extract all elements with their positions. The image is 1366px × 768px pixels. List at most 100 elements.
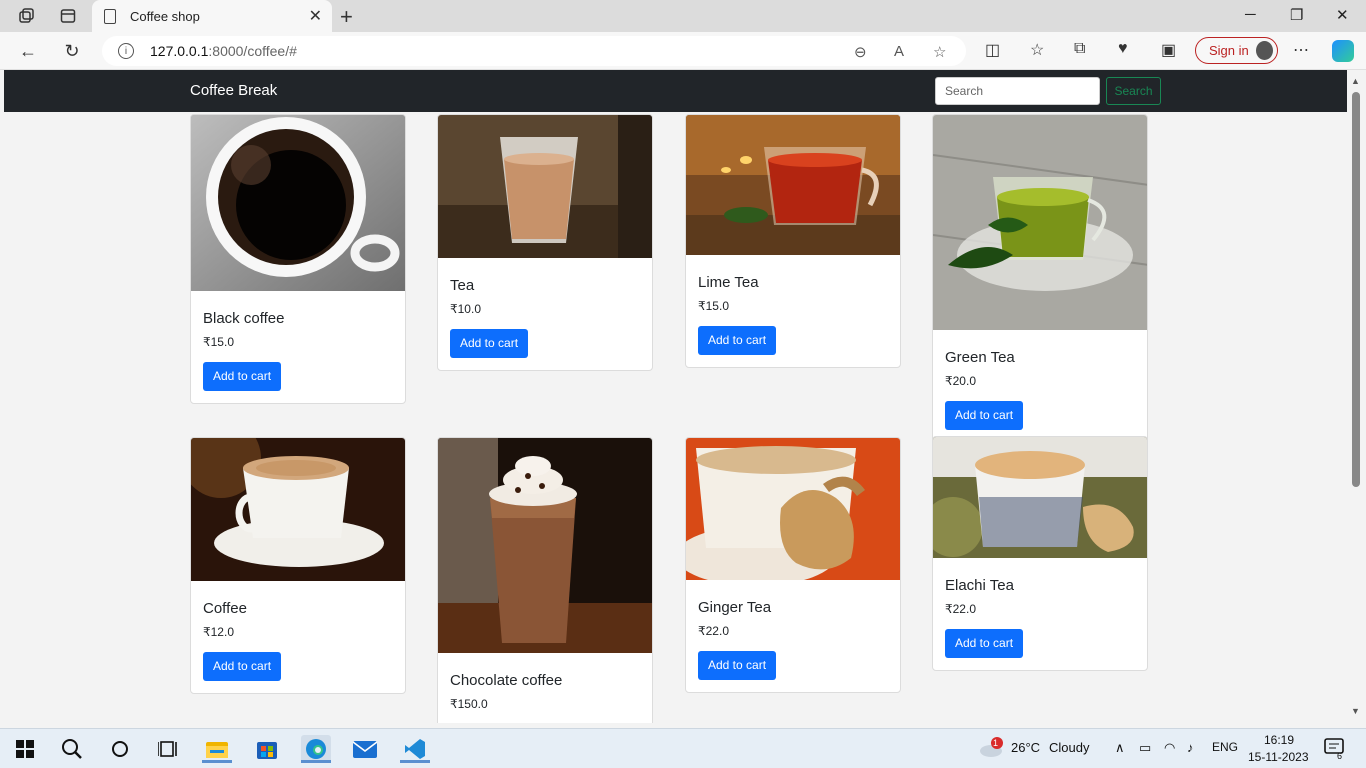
back-icon[interactable]: ← <box>17 40 39 62</box>
tea-image <box>438 115 652 258</box>
edge-browser-icon[interactable] <box>301 735 331 763</box>
product-title: Black coffee <box>203 310 285 327</box>
product-card: Lime Tea ₹15.0 Add to cart <box>685 114 901 368</box>
read-aloud-icon[interactable]: A <box>894 43 904 60</box>
sidebar-icon[interactable]: ▣ <box>1161 40 1176 60</box>
search-button[interactable]: Search <box>1106 77 1161 105</box>
weather-badge: 1 <box>993 738 999 748</box>
chocolate-coffee-image <box>438 438 652 653</box>
product-price: ₹22.0 <box>698 624 729 638</box>
product-title: Chocolate coffee <box>450 672 563 689</box>
product-price: ₹15.0 <box>698 299 729 313</box>
site-navbar: Coffee Break Search <box>4 70 1347 112</box>
product-title: Elachi Tea <box>945 577 1014 594</box>
product-card: Chocolate coffee ₹150.0 Add to cart <box>437 437 653 723</box>
product-title: Ginger Tea <box>698 599 772 616</box>
split-screen-icon[interactable]: ◫ <box>985 40 1000 60</box>
vscode-icon[interactable] <box>400 735 430 763</box>
add-to-cart-button[interactable]: Add to cart <box>698 326 777 355</box>
browser-titlebar: Coffee shop ✕ + ─ ❐ ✕ <box>0 0 1366 32</box>
product-price: ₹15.0 <box>203 335 234 349</box>
green-tea-image <box>933 115 1147 330</box>
product-card: Tea ₹10.0 Add to cart <box>437 114 653 371</box>
add-to-cart-button[interactable]: Add to cart <box>945 629 1024 658</box>
add-to-cart-button[interactable]: Add to cart <box>203 362 282 391</box>
weather-icon[interactable] <box>979 735 1005 762</box>
weather-text[interactable]: Cloudy <box>1049 740 1089 755</box>
browser-toolbar: ← ↻ i 127.0.0.1:8000/coffee/# ⊖ A ☆ ◫ ☆ … <box>0 32 1366 70</box>
performance-icon[interactable]: ♥ <box>1118 40 1128 58</box>
sign-in-button[interactable]: Sign in <box>1195 37 1278 64</box>
scroll-down-icon[interactable]: ▼ <box>1351 706 1360 716</box>
close-window-icon[interactable]: ✕ <box>1336 6 1349 24</box>
product-title: Tea <box>450 277 475 294</box>
refresh-icon[interactable]: ↻ <box>61 40 83 62</box>
scroll-thumb[interactable] <box>1352 92 1360 487</box>
add-to-cart-button[interactable]: Add to cart <box>450 329 529 358</box>
restore-icon[interactable]: ❐ <box>1290 6 1303 24</box>
weather-temp[interactable]: 26°C <box>1011 740 1040 755</box>
tab-actions-icon[interactable] <box>58 6 78 26</box>
volume-icon[interactable]: ♪ <box>1187 740 1194 755</box>
active-indicator <box>202 760 232 763</box>
site-info-icon[interactable]: i <box>118 43 134 59</box>
task-view-icon[interactable] <box>153 735 183 763</box>
more-options-icon[interactable]: ⋯ <box>1293 40 1309 60</box>
clock-date[interactable]: 15-11-2023 <box>1248 750 1309 764</box>
windows-start-icon[interactable] <box>10 735 40 763</box>
windows-taskbar: 1 26°C Cloudy ∧ ▭ ◠ ♪ ENG 16:19 15-11-20… <box>0 728 1366 768</box>
browser-tab[interactable]: Coffee shop ✕ <box>92 0 332 32</box>
workspaces-icon[interactable] <box>16 6 36 26</box>
cortana-icon[interactable] <box>105 735 135 763</box>
battery-icon[interactable]: ▭ <box>1139 740 1151 756</box>
mail-icon[interactable] <box>350 735 380 763</box>
notification-count: 6 <box>1337 751 1343 761</box>
site-brand[interactable]: Coffee Break <box>190 82 277 99</box>
ginger-tea-image <box>686 438 900 586</box>
collections-icon[interactable]: ⧉ <box>1074 40 1085 58</box>
page-viewport: Coffee Break Search Black coffee ₹15.0 A… <box>4 70 1347 723</box>
search-input[interactable] <box>935 77 1100 105</box>
product-price: ₹150.0 <box>450 697 488 711</box>
close-tab-icon[interactable]: ✕ <box>309 6 322 26</box>
search-icon[interactable] <box>57 735 87 763</box>
product-title: Lime Tea <box>698 274 759 291</box>
active-indicator <box>400 760 430 763</box>
scroll-up-icon[interactable]: ▲ <box>1351 76 1360 86</box>
product-price: ₹12.0 <box>203 625 234 639</box>
copilot-icon[interactable] <box>1332 40 1354 62</box>
product-card: Black coffee ₹15.0 Add to cart <box>190 114 406 404</box>
address-bar[interactable]: i 127.0.0.1:8000/coffee/# ⊖ A ☆ <box>102 36 966 66</box>
product-card: Elachi Tea ₹22.0 Add to cart <box>932 436 1148 671</box>
new-tab-icon[interactable]: + <box>340 4 353 30</box>
url-host: 127.0.0.1 <box>150 43 209 59</box>
wifi-icon[interactable]: ◠ <box>1164 740 1175 756</box>
file-explorer-icon[interactable] <box>202 735 232 763</box>
show-hidden-icons-icon[interactable]: ∧ <box>1115 740 1125 756</box>
language-indicator[interactable]: ENG <box>1212 740 1238 754</box>
minimize-icon[interactable]: ─ <box>1245 6 1256 23</box>
elachi-tea-image <box>933 437 1147 558</box>
product-price: ₹10.0 <box>450 302 481 316</box>
add-to-cart-button[interactable]: Add to cart <box>203 652 282 681</box>
product-card: Ginger Tea ₹22.0 Add to cart <box>685 437 901 693</box>
clock-time[interactable]: 16:19 <box>1264 733 1294 747</box>
favorite-star-icon[interactable]: ☆ <box>933 43 946 61</box>
product-price: ₹20.0 <box>945 374 976 388</box>
favorites-icon[interactable]: ☆ <box>1030 40 1044 60</box>
add-to-cart-button[interactable]: Add to cart <box>945 401 1024 430</box>
add-to-cart-button[interactable]: Add to cart <box>698 651 777 680</box>
zoom-out-icon[interactable]: ⊖ <box>854 43 867 61</box>
page-icon <box>104 8 116 24</box>
coffee-image <box>191 438 405 581</box>
active-indicator <box>301 760 331 763</box>
product-card: Coffee ₹12.0 Add to cart <box>190 437 406 694</box>
sign-in-label: Sign in <box>1209 43 1249 58</box>
tab-title: Coffee shop <box>130 8 200 24</box>
product-price: ₹22.0 <box>945 602 976 616</box>
url-path: :8000/coffee/# <box>208 43 297 59</box>
microsoft-store-icon[interactable] <box>252 735 282 763</box>
profile-avatar <box>1256 41 1273 60</box>
page-scrollbar[interactable]: ▲ ▼ <box>1347 70 1366 723</box>
product-title: Green Tea <box>945 349 1015 366</box>
